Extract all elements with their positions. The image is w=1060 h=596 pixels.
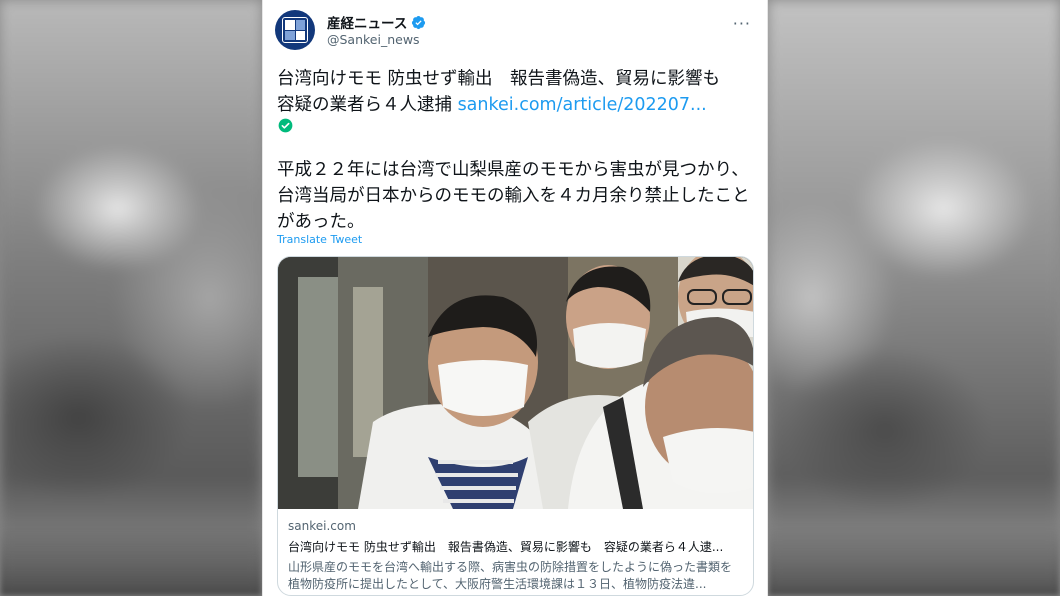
blurred-background-right bbox=[768, 0, 1060, 596]
news-photo bbox=[278, 257, 753, 509]
green-check-icon bbox=[278, 118, 293, 133]
tweet-card: 産経ニュース @Sankei_news ··· 台湾向けモモ 防虫せず輸出 報告… bbox=[262, 0, 768, 596]
news-photo-illustration bbox=[278, 257, 753, 509]
tweet-header: 産経ニュース @Sankei_news ··· bbox=[275, 10, 755, 50]
link-preview-card[interactable]: sankei.com 台湾向けモモ 防虫せず輸出 報告書偽造、貿易に影響も 容疑… bbox=[277, 256, 754, 596]
more-options-icon[interactable]: ··· bbox=[733, 14, 751, 33]
link-domain: sankei.com bbox=[288, 519, 356, 533]
account-handle[interactable]: @Sankei_news bbox=[327, 32, 420, 47]
account-name-row: 産経ニュース bbox=[327, 12, 426, 32]
account-name[interactable]: 産経ニュース bbox=[327, 12, 407, 32]
tweet-body: 平成２２年には台湾で山梨県産のモモから害虫が見つかり、台湾当局が日本からのモモの… bbox=[277, 160, 750, 232]
link-title: 台湾向けモモ 防虫せず輸出 報告書偽造、貿易に影響も 容疑の業者ら４人逮... bbox=[288, 540, 724, 554]
link-preview-meta: sankei.com 台湾向けモモ 防虫せず輸出 報告書偽造、貿易に影響も 容疑… bbox=[288, 519, 743, 593]
article-link[interactable]: sankei.com/article/202207... bbox=[458, 95, 707, 115]
tweet-headline: 台湾向けモモ 防虫せず輸出 報告書偽造、貿易に影響も 容疑の業者ら４人逮捕 sa… bbox=[277, 66, 753, 118]
blurred-background-left bbox=[0, 0, 262, 596]
verified-badge-icon bbox=[412, 15, 426, 29]
sankei-logo-icon bbox=[282, 17, 308, 43]
translate-tweet-link[interactable]: Translate Tweet bbox=[277, 233, 362, 246]
link-description: 山形県産のモモを台湾へ輸出する際、病害虫の防除措置をしたように偽った書類を植物防… bbox=[288, 560, 733, 591]
avatar[interactable] bbox=[275, 10, 315, 50]
